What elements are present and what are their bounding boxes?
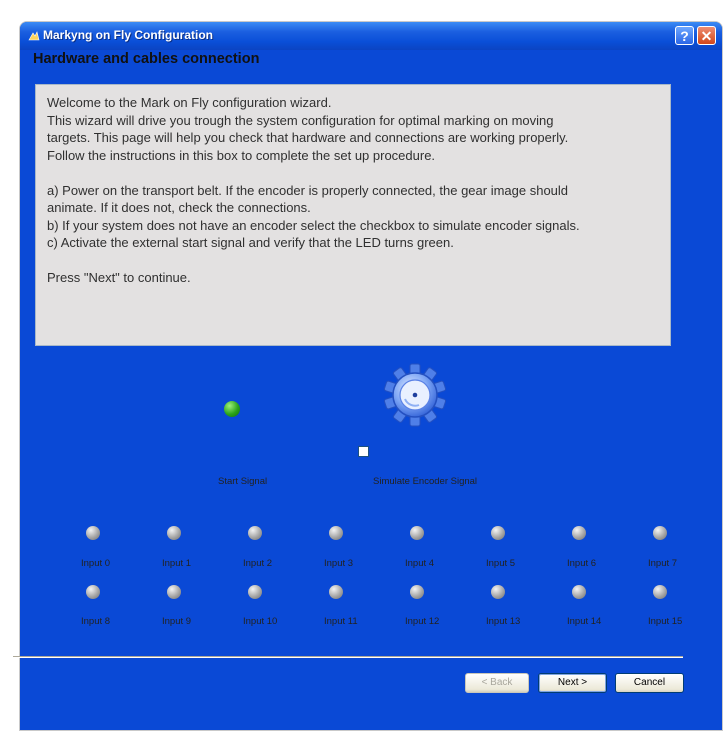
- input-led: [167, 526, 181, 540]
- input-led: [86, 526, 100, 540]
- input-label: Input 0: [81, 558, 111, 569]
- input-label: Input 12: [405, 616, 440, 627]
- start-signal-led: [224, 401, 240, 417]
- simulate-encoder-label[interactable]: Simulate Encoder Signal: [373, 476, 477, 487]
- gear-icon: [383, 363, 447, 427]
- input-led: [86, 585, 100, 599]
- input-led: [329, 585, 343, 599]
- input-label: Input 5: [486, 558, 516, 569]
- input-label: Input 6: [567, 558, 597, 569]
- input-led: [653, 526, 667, 540]
- instructions-box: Welcome to the Mark on Fly configuration…: [35, 84, 671, 346]
- instruction-line: c) Activate the external start signal an…: [47, 235, 454, 250]
- input-label: Input 4: [405, 558, 435, 569]
- input-label: Input 9: [162, 616, 192, 627]
- instruction-line: [47, 252, 661, 270]
- simulate-encoder-checkbox[interactable]: [358, 446, 369, 457]
- instruction-line: a) Power on the transport belt. If the e…: [47, 182, 569, 198]
- footer-divider: [13, 656, 683, 658]
- title-bar[interactable]: Markyng on Fly Configuration ? ✕: [20, 22, 722, 50]
- input-label: Input 15: [648, 616, 683, 627]
- instruction-line: animate. If it does not, check the conne…: [47, 200, 311, 215]
- app-icon: [28, 31, 40, 41]
- cancel-button[interactable]: Cancel: [615, 673, 684, 693]
- next-button[interactable]: Next >: [538, 673, 607, 693]
- input-led: [167, 585, 181, 599]
- instruction-line: targets. This page will help you check t…: [47, 130, 569, 145]
- back-button[interactable]: < Back: [465, 673, 529, 693]
- input-led: [491, 526, 505, 540]
- page-title: Hardware and cables connection: [33, 51, 260, 67]
- input-led: [248, 526, 262, 540]
- instruction-line: Press "Next" to continue.: [47, 270, 191, 285]
- input-led: [572, 585, 586, 599]
- input-label: Input 13: [486, 616, 521, 627]
- input-led: [410, 526, 424, 540]
- input-led: [491, 585, 505, 599]
- instruction-line: b) If your system does not have an encod…: [47, 217, 580, 233]
- input-label: Input 7: [648, 558, 678, 569]
- instruction-line: [47, 164, 661, 182]
- input-label: Input 10: [243, 616, 278, 627]
- input-label: Input 14: [567, 616, 602, 627]
- input-label: Input 11: [324, 616, 358, 627]
- input-led: [572, 526, 586, 540]
- help-button[interactable]: ?: [675, 26, 694, 45]
- instruction-line: This wizard will drive you trough the sy…: [47, 112, 554, 128]
- input-label: Input 2: [243, 558, 273, 569]
- input-label: Input 3: [324, 558, 354, 569]
- instruction-line: Welcome to the Mark on Fly configuration…: [47, 95, 332, 110]
- input-label: Input 1: [162, 558, 192, 569]
- start-signal-label: Start Signal: [218, 476, 268, 487]
- input-led: [410, 585, 424, 599]
- input-led: [248, 585, 262, 599]
- input-led: [329, 526, 343, 540]
- input-label: Input 8: [81, 616, 111, 627]
- input-led: [653, 585, 667, 599]
- close-button[interactable]: ✕: [697, 26, 716, 45]
- window-title: Markyng on Fly Configuration: [43, 28, 213, 42]
- instruction-line: Follow the instructions in this box to c…: [47, 147, 436, 163]
